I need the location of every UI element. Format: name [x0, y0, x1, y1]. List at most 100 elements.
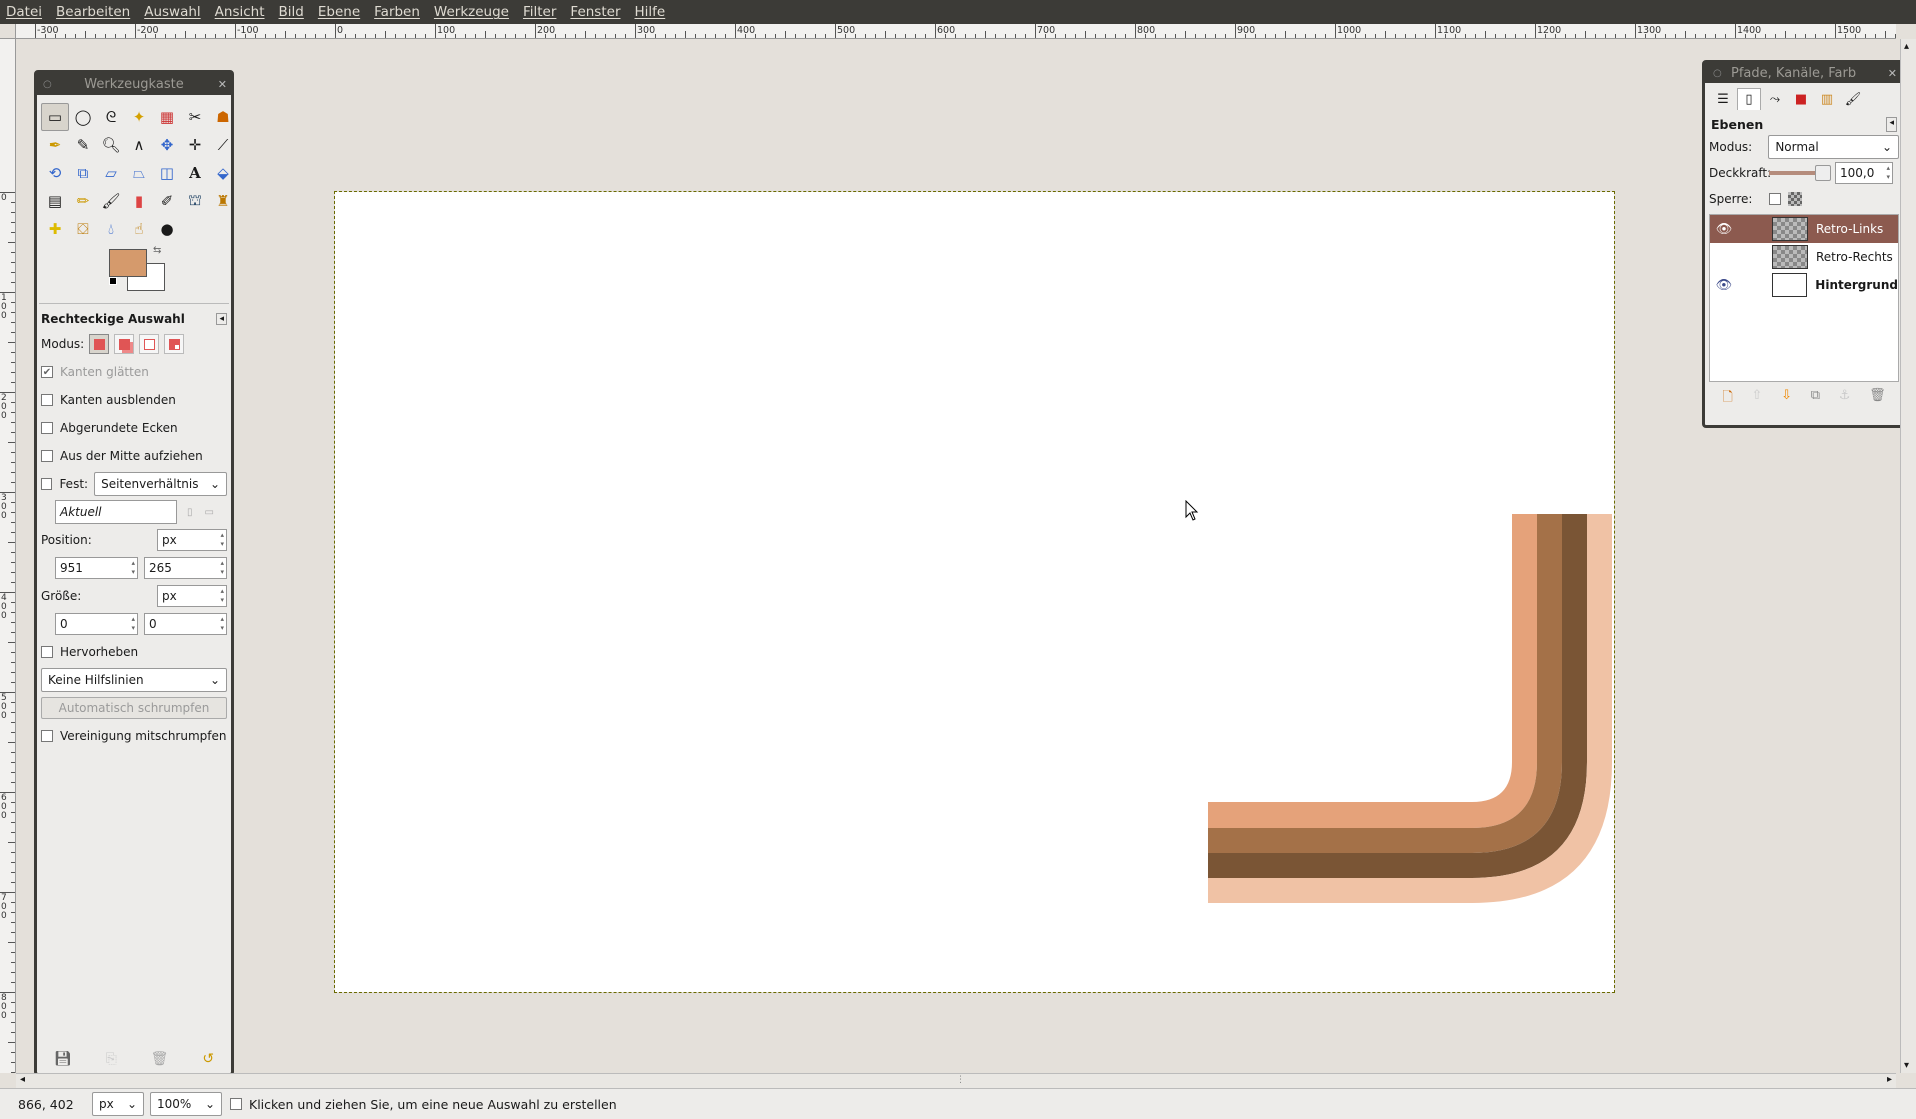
blend-tool-icon[interactable]: ▤: [41, 187, 69, 215]
size-unit-select[interactable]: px: [157, 585, 227, 607]
layer-row[interactable]: Retro-Rechts: [1710, 243, 1898, 271]
delete-layer-icon[interactable]: 🗑︎: [1869, 388, 1886, 410]
eraser-tool-icon[interactable]: ▮: [125, 187, 153, 215]
menu-item-farben[interactable]: Farben: [372, 4, 422, 20]
visibility-eye-icon[interactable]: 👁︎: [1710, 278, 1738, 293]
layer-name[interactable]: Retro-Rechts: [1816, 250, 1893, 264]
delete-options-icon[interactable]: 🗑︎: [151, 1051, 169, 1067]
pin-icon[interactable]: ○: [1713, 68, 1722, 79]
new-layer-icon[interactable]: 🗋︎: [1722, 388, 1732, 410]
mode-replace-icon[interactable]: [89, 334, 110, 354]
heal-tool-icon[interactable]: ✚: [41, 215, 69, 243]
bucket-fill-tool-icon[interactable]: ⬙: [209, 159, 237, 187]
feather-option[interactable]: Kanten ausblenden: [37, 386, 231, 414]
scroll-left-icon[interactable]: ◂: [20, 1074, 25, 1085]
position-unit-select[interactable]: px: [157, 529, 227, 551]
highlight-checkbox[interactable]: [41, 646, 53, 658]
tab-menu-icon[interactable]: ◂: [216, 313, 227, 325]
tab-brushes-icon[interactable]: 🖌︎: [1841, 88, 1865, 110]
menu-item-werkzeuge[interactable]: Werkzeuge: [432, 4, 511, 20]
foreground-color-swatch[interactable]: [109, 249, 147, 277]
mode-subtract-icon[interactable]: [139, 334, 160, 354]
paintbrush-tool-icon[interactable]: 🖌︎: [97, 187, 125, 215]
tab-layers-icon[interactable]: ☰: [1711, 88, 1735, 110]
pencil-tool-icon[interactable]: ✏: [69, 187, 97, 215]
measure-tool-icon[interactable]: ∧: [125, 131, 153, 159]
image-canvas[interactable]: [334, 191, 1615, 993]
flip-tool-icon[interactable]: ◫: [153, 159, 181, 187]
zoom-select[interactable]: 100% ⌄: [150, 1092, 222, 1116]
tab-menu-icon[interactable]: ◂: [1886, 117, 1897, 132]
scroll-up-icon[interactable]: ▴: [1904, 41, 1909, 52]
layer-name[interactable]: Retro-Links: [1816, 222, 1883, 236]
smudge-tool-icon[interactable]: ☝: [125, 215, 153, 243]
guides-select[interactable]: Keine Hilfslinien ⌄: [41, 668, 227, 692]
blur-tool-icon[interactable]: 💧︎: [97, 215, 125, 243]
lower-layer-icon[interactable]: ⇩: [1781, 388, 1792, 410]
perspective-tool-icon[interactable]: ⏢: [125, 159, 153, 187]
scroll-thumb[interactable]: ⋮: [956, 1075, 965, 1085]
clone-tool-icon[interactable]: ♜: [209, 187, 237, 215]
lock-pixels-checkbox[interactable]: [1769, 193, 1781, 205]
size-height-input[interactable]: 0: [144, 613, 227, 635]
ink-tool-icon[interactable]: ⛫: [181, 187, 209, 215]
save-options-icon[interactable]: 💾︎: [54, 1051, 72, 1067]
expand-center-option[interactable]: Aus der Mitte aufziehen: [37, 442, 231, 470]
expand-center-checkbox[interactable]: [41, 450, 53, 462]
align-tool-icon[interactable]: ✛: [181, 131, 209, 159]
visibility-eye-icon[interactable]: 👁︎: [1710, 222, 1738, 237]
color-picker-tool-icon[interactable]: ✎: [69, 131, 97, 159]
fuzzy-select-tool-icon[interactable]: ✦: [125, 103, 153, 131]
menu-item-auswahl[interactable]: Auswahl: [142, 4, 202, 20]
layer-row[interactable]: 👁︎ Retro-Links: [1710, 215, 1898, 243]
mode-intersect-icon[interactable]: [164, 334, 185, 354]
menu-item-fenster[interactable]: Fenster: [568, 4, 622, 20]
ruler-corner[interactable]: [0, 24, 16, 39]
opacity-input[interactable]: 100,0: [1835, 162, 1893, 184]
perspective-clone-tool-icon[interactable]: ⛋: [69, 215, 97, 243]
foreground-select-tool-icon[interactable]: ☗: [209, 103, 237, 131]
position-x-input[interactable]: 951: [55, 557, 138, 579]
highlight-option[interactable]: Hervorheben: [37, 638, 231, 666]
airbrush-tool-icon[interactable]: ✐: [153, 187, 181, 215]
antialias-option[interactable]: ✔ Kanten glätten: [37, 358, 231, 386]
move-tool-icon[interactable]: ✥: [153, 131, 181, 159]
menu-item-ansicht[interactable]: Ansicht: [213, 4, 267, 20]
menu-item-filter[interactable]: Filter: [521, 4, 558, 20]
tab-channels-icon[interactable]: ▯: [1737, 88, 1761, 110]
layer-thumbnail[interactable]: [1771, 273, 1808, 297]
fixed-checkbox[interactable]: [41, 478, 53, 490]
text-tool-icon[interactable]: A: [181, 159, 209, 187]
swap-colors-icon[interactable]: ⇆: [153, 245, 161, 256]
tab-paths-icon[interactable]: ⤳: [1763, 88, 1787, 110]
landscape-icon[interactable]: ▭: [205, 507, 214, 518]
close-icon[interactable]: ✕: [218, 78, 227, 91]
paths-tool-icon[interactable]: ✒: [41, 131, 69, 159]
shrink-merged-option[interactable]: Vereinigung mitschrumpfen: [37, 722, 231, 750]
lasso-tool-icon[interactable]: ᘓ: [97, 103, 125, 131]
opacity-slider[interactable]: [1769, 165, 1831, 181]
horizontal-scrollbar[interactable]: ◂ ⋮ ▸: [16, 1073, 1896, 1088]
scissors-tool-icon[interactable]: ✂: [181, 103, 209, 131]
shear-tool-icon[interactable]: ▱: [97, 159, 125, 187]
menu-item-datei[interactable]: Datei: [4, 4, 44, 20]
tab-gradients-icon[interactable]: ▥: [1815, 88, 1839, 110]
crop-tool-icon[interactable]: ⟋: [209, 131, 237, 159]
ellipse-select-tool-icon[interactable]: ◯: [69, 103, 97, 131]
menu-item-hilfe[interactable]: Hilfe: [633, 4, 668, 20]
menu-item-ebene[interactable]: Ebene: [316, 4, 362, 20]
layer-row[interactable]: 👁︎ Hintergrund: [1710, 271, 1898, 299]
horizontal-ruler[interactable]: -300 -200 -100 0 100 200 300 400 500 600 700 800 900…: [16, 24, 1896, 39]
reset-options-icon[interactable]: ↺: [202, 1051, 214, 1067]
fixed-value-input[interactable]: Aktuell: [55, 500, 177, 524]
close-icon[interactable]: ✕: [1888, 67, 1897, 80]
rect-select-tool-icon[interactable]: ▭: [41, 103, 69, 131]
position-y-input[interactable]: 265: [144, 557, 227, 579]
color-select-tool-icon[interactable]: ▦: [153, 103, 181, 131]
portrait-icon[interactable]: ▯: [187, 507, 193, 518]
rounded-corners-checkbox[interactable]: [41, 422, 53, 434]
layer-name[interactable]: Hintergrund: [1815, 278, 1898, 292]
layer-thumbnail[interactable]: [1772, 217, 1808, 241]
layer-thumbnail[interactable]: [1772, 245, 1808, 269]
auto-shrink-button[interactable]: Automatisch schrumpfen: [41, 697, 227, 719]
